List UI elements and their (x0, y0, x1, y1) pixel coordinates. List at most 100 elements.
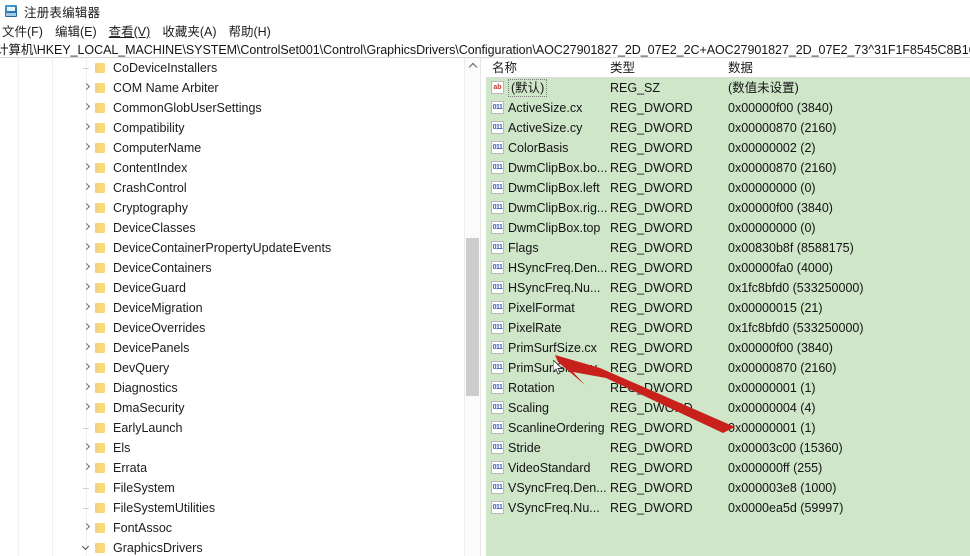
value-row[interactable]: 011 Flags REG_DWORD 0x00830b8f (8588175) (486, 238, 970, 258)
chevron-right-icon[interactable] (80, 198, 95, 218)
tree-item[interactable]: Compatibility (0, 118, 462, 138)
tree-item[interactable]: DmaSecurity (0, 398, 462, 418)
value-name[interactable]: Flags (508, 238, 539, 258)
chevron-right-icon[interactable] (80, 258, 95, 278)
value-name[interactable]: ColorBasis (508, 138, 568, 158)
value-name[interactable]: VideoStandard (508, 458, 590, 478)
menu-item-2[interactable]: 编辑(E) (55, 23, 97, 42)
value-name[interactable]: Scaling (508, 398, 549, 418)
value-name[interactable]: ScanlineOrdering (508, 418, 605, 438)
menu-item-4[interactable]: 收藏夹(A) (162, 23, 216, 42)
tree-item[interactable]: DeviceClasses (0, 218, 462, 238)
chevron-down-icon[interactable] (80, 538, 95, 556)
tree-item[interactable]: DeviceOverrides (0, 318, 462, 338)
value-row[interactable]: 011 PrimSurfSize.cy REG_DWORD 0x00000870 (2… (486, 358, 970, 378)
value-row[interactable]: 011 DwmClipBox.left REG_DWORD 0x00000000 (0… (486, 178, 970, 198)
values-column-header[interactable]: 名称 类型 数据 (486, 58, 970, 78)
registry-tree-panel[interactable]: CoDeviceInstallers COM Name Arbiter Common… (0, 58, 462, 556)
value-name[interactable]: Rotation (508, 378, 555, 398)
tree-item[interactable]: Els (0, 438, 462, 458)
tree-item[interactable]: DeviceContainers (0, 258, 462, 278)
value-row[interactable]: 011 VSyncFreq.Nu... REG_DWORD 0x0000ea5d (5… (486, 498, 970, 518)
value-name[interactable]: Stride (508, 438, 541, 458)
tree-item[interactable]: CoDeviceInstallers (0, 58, 462, 78)
value-row[interactable]: 011 ActiveSize.cy REG_DWORD 0x00000870 (216… (486, 118, 970, 138)
chevron-right-icon[interactable] (80, 158, 95, 178)
value-row[interactable]: 011 Rotation REG_DWORD 0x00000001 (1) (486, 378, 970, 398)
chevron-right-icon[interactable] (80, 138, 95, 158)
panel-divider[interactable] (480, 58, 481, 556)
tree-item[interactable]: DevicePanels (0, 338, 462, 358)
menu-item-5[interactable]: 帮助(H) (228, 23, 270, 42)
value-row[interactable]: 011 VideoStandard REG_DWORD 0x000000ff (255… (486, 458, 970, 478)
value-row[interactable]: 011 Scaling REG_DWORD 0x00000004 (4) (486, 398, 970, 418)
chevron-right-icon[interactable] (80, 298, 95, 318)
value-row[interactable]: 011 PrimSurfSize.cx REG_DWORD 0x00000f00 (3… (486, 338, 970, 358)
value-name[interactable]: VSyncFreq.Nu... (508, 498, 600, 518)
value-name[interactable]: VSyncFreq.Den... (508, 478, 607, 498)
value-row[interactable]: 011 DwmClipBox.rig... REG_DWORD 0x00000f00 … (486, 198, 970, 218)
tree-item[interactable]: EarlyLaunch (0, 418, 462, 438)
menu-item-3[interactable]: 查看(V) (109, 23, 151, 42)
value-row[interactable]: 011 DwmClipBox.top REG_DWORD 0x00000000 (0) (486, 218, 970, 238)
value-row[interactable]: 011 HSyncFreq.Den... REG_DWORD 0x00000fa0 (… (486, 258, 970, 278)
chevron-right-icon[interactable] (80, 178, 95, 198)
tree-item[interactable]: ContentIndex (0, 158, 462, 178)
menu-item-1[interactable]: 文件(F) (2, 23, 43, 42)
tree-item[interactable]: Errata (0, 458, 462, 478)
tree-item[interactable]: DevQuery (0, 358, 462, 378)
tree-vertical-scrollbar[interactable] (464, 58, 480, 556)
tree-item[interactable]: GraphicsDrivers (0, 538, 462, 556)
tree-item[interactable]: Diagnostics (0, 378, 462, 398)
chevron-right-icon[interactable] (80, 278, 95, 298)
value-row[interactable]: 011 ScanlineOrdering REG_DWORD 0x00000001 (… (486, 418, 970, 438)
address-bar[interactable]: 计算机\HKEY_LOCAL_MACHINE\SYSTEM\ControlSet… (0, 42, 970, 58)
chevron-right-icon[interactable] (80, 118, 95, 138)
chevron-right-icon[interactable] (80, 218, 95, 238)
chevron-right-icon[interactable] (80, 518, 95, 538)
tree-item[interactable]: CommonGlobUserSettings (0, 98, 462, 118)
value-row[interactable]: 011 HSyncFreq.Nu... REG_DWORD 0x1fc8bfd0 (5… (486, 278, 970, 298)
tree-item[interactable]: FontAssoc (0, 518, 462, 538)
tree-item[interactable]: ComputerName (0, 138, 462, 158)
column-header-name[interactable]: 名称 (492, 58, 517, 78)
registry-values-panel[interactable]: 名称 类型 数据 ab (默认) REG_SZ (数值未设置) 011 ActiveSiz… (486, 58, 970, 556)
value-name[interactable]: HSyncFreq.Den... (508, 258, 607, 278)
value-row[interactable]: 011 ActiveSize.cx REG_DWORD 0x00000f00 (384… (486, 98, 970, 118)
value-name[interactable]: PrimSurfSize.cx (508, 338, 597, 358)
value-name[interactable]: PrimSurfSize.cy (508, 358, 597, 378)
chevron-right-icon[interactable] (80, 398, 95, 418)
chevron-right-icon[interactable] (80, 438, 95, 458)
chevron-right-icon[interactable] (80, 358, 95, 378)
tree-item[interactable]: FileSystemUtilities (0, 498, 462, 518)
value-name[interactable]: PixelRate (508, 318, 562, 338)
tree-item[interactable]: FileSystem (0, 478, 462, 498)
tree-item[interactable]: DeviceContainerPropertyUpdateEvents (0, 238, 462, 258)
value-name[interactable]: ActiveSize.cx (508, 98, 582, 118)
value-name[interactable]: DwmClipBox.rig... (508, 198, 607, 218)
value-row[interactable]: 011 PixelRate REG_DWORD 0x1fc8bfd0 (5332500… (486, 318, 970, 338)
value-row[interactable]: 011 DwmClipBox.bo... REG_DWORD 0x00000870 (… (486, 158, 970, 178)
tree-item[interactable]: DeviceGuard (0, 278, 462, 298)
value-row[interactable]: ab (默认) REG_SZ (数值未设置) (486, 78, 970, 98)
value-name[interactable]: DwmClipBox.top (508, 218, 600, 238)
chevron-right-icon[interactable] (80, 338, 95, 358)
value-row[interactable]: 011 Stride REG_DWORD 0x00003c00 (15360) (486, 438, 970, 458)
value-name[interactable]: PixelFormat (508, 298, 575, 318)
column-header-type[interactable]: 类型 (610, 58, 635, 78)
value-name[interactable]: ActiveSize.cy (508, 118, 582, 138)
tree-item[interactable]: DeviceMigration (0, 298, 462, 318)
value-row[interactable]: 011 VSyncFreq.Den... REG_DWORD 0x000003e8 (… (486, 478, 970, 498)
column-header-data[interactable]: 数据 (728, 58, 753, 78)
chevron-right-icon[interactable] (80, 458, 95, 478)
scrollbar-thumb[interactable] (466, 238, 479, 396)
chevron-right-icon[interactable] (80, 98, 95, 118)
chevron-right-icon[interactable] (80, 378, 95, 398)
tree-item[interactable]: Cryptography (0, 198, 462, 218)
value-name[interactable]: DwmClipBox.bo... (508, 158, 607, 178)
tree-item[interactable]: COM Name Arbiter (0, 78, 462, 98)
tree-item[interactable]: CrashControl (0, 178, 462, 198)
scroll-up-arrow-icon[interactable] (465, 58, 480, 74)
value-name[interactable]: DwmClipBox.left (508, 178, 600, 198)
value-row[interactable]: 011 ColorBasis REG_DWORD 0x00000002 (2) (486, 138, 970, 158)
